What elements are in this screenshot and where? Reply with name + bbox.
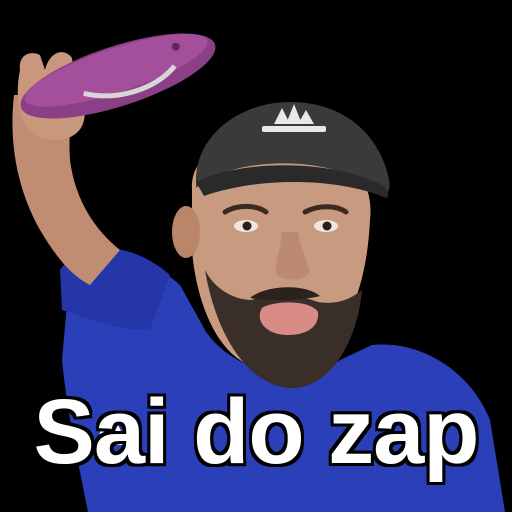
ear — [172, 206, 200, 258]
left-pupil — [242, 221, 252, 231]
right-pupil — [322, 221, 332, 231]
sticker-caption: Sai do zap — [33, 381, 480, 483]
